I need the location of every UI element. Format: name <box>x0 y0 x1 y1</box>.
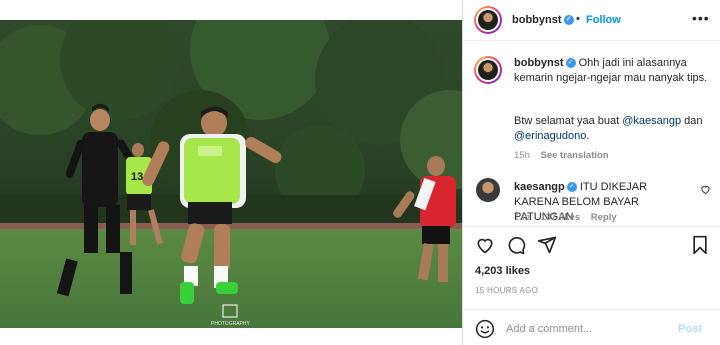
author-avatar[interactable] <box>474 6 502 34</box>
post-side-panel: bobbynst ✓ • Follow ••• bobbynst ✓ Ohh jad… <box>463 0 720 345</box>
football-photo-illustration: 13 PHOTOGRAPHY <box>0 20 462 328</box>
comment-icon[interactable] <box>506 235 526 255</box>
comment-composer: Add a comment... Post <box>463 309 720 345</box>
photo-watermark: PHOTOGRAPHY <box>211 321 250 327</box>
post-comment-button[interactable]: Post <box>678 323 702 335</box>
reply-button[interactable]: Reply <box>591 212 617 223</box>
comment-input[interactable]: Add a comment... <box>506 323 592 335</box>
caption-meta: 15h See translation <box>514 150 609 161</box>
more-icon[interactable]: ••• <box>692 10 710 26</box>
verified-icon: ✓ <box>566 182 577 193</box>
mention-kaesangp[interactable]: @kaesangp <box>622 115 681 127</box>
heart-small-icon[interactable] <box>700 184 711 195</box>
action-bar <box>463 226 720 261</box>
see-translation-link[interactable]: See translation <box>541 150 609 161</box>
svg-text:13: 13 <box>131 171 143 183</box>
mention-erinagudono[interactable]: @erinagudono <box>514 130 586 142</box>
instagram-post-view: 13 PHOTOGRAPHY bobbynst ✓ • Follow ••• b… <box>0 0 720 345</box>
author-username[interactable]: bobbynst ✓ <box>512 14 574 26</box>
reply-likes[interactable]: 137 likes <box>541 212 581 223</box>
follow-button[interactable]: Follow <box>586 14 621 26</box>
reply-username[interactable]: kaesangp <box>514 181 565 193</box>
reply-meta: 13h 137 likes Reply <box>514 212 617 224</box>
caption-text: bobbynst ✓ Ohh jadi ini alasannya kemarin… <box>514 56 710 86</box>
heart-icon[interactable] <box>475 235 495 255</box>
post-header: bobbynst ✓ • Follow ••• <box>463 0 720 41</box>
bookmark-icon[interactable] <box>691 235 709 255</box>
caption-username[interactable]: bobbynst <box>514 57 564 69</box>
separator-dot: • <box>576 13 580 25</box>
post-photo[interactable]: 13 PHOTOGRAPHY <box>0 20 462 328</box>
post-timestamp: 15 HOURS AGO <box>475 286 539 295</box>
like-count[interactable]: 4,203 likes <box>475 265 530 277</box>
reply-avatar[interactable] <box>476 178 500 202</box>
caption-avatar[interactable] <box>474 56 502 84</box>
caption-paragraph-2: Btw selamat yaa buat @kaesangp dan @erin… <box>514 115 703 142</box>
share-icon[interactable] <box>537 235 557 255</box>
emoji-icon[interactable] <box>475 319 495 339</box>
caption-age: 15h <box>514 150 530 161</box>
reply-age: 13h <box>514 212 530 223</box>
verified-icon: ✓ <box>563 15 574 26</box>
verified-icon: ✓ <box>565 58 576 69</box>
